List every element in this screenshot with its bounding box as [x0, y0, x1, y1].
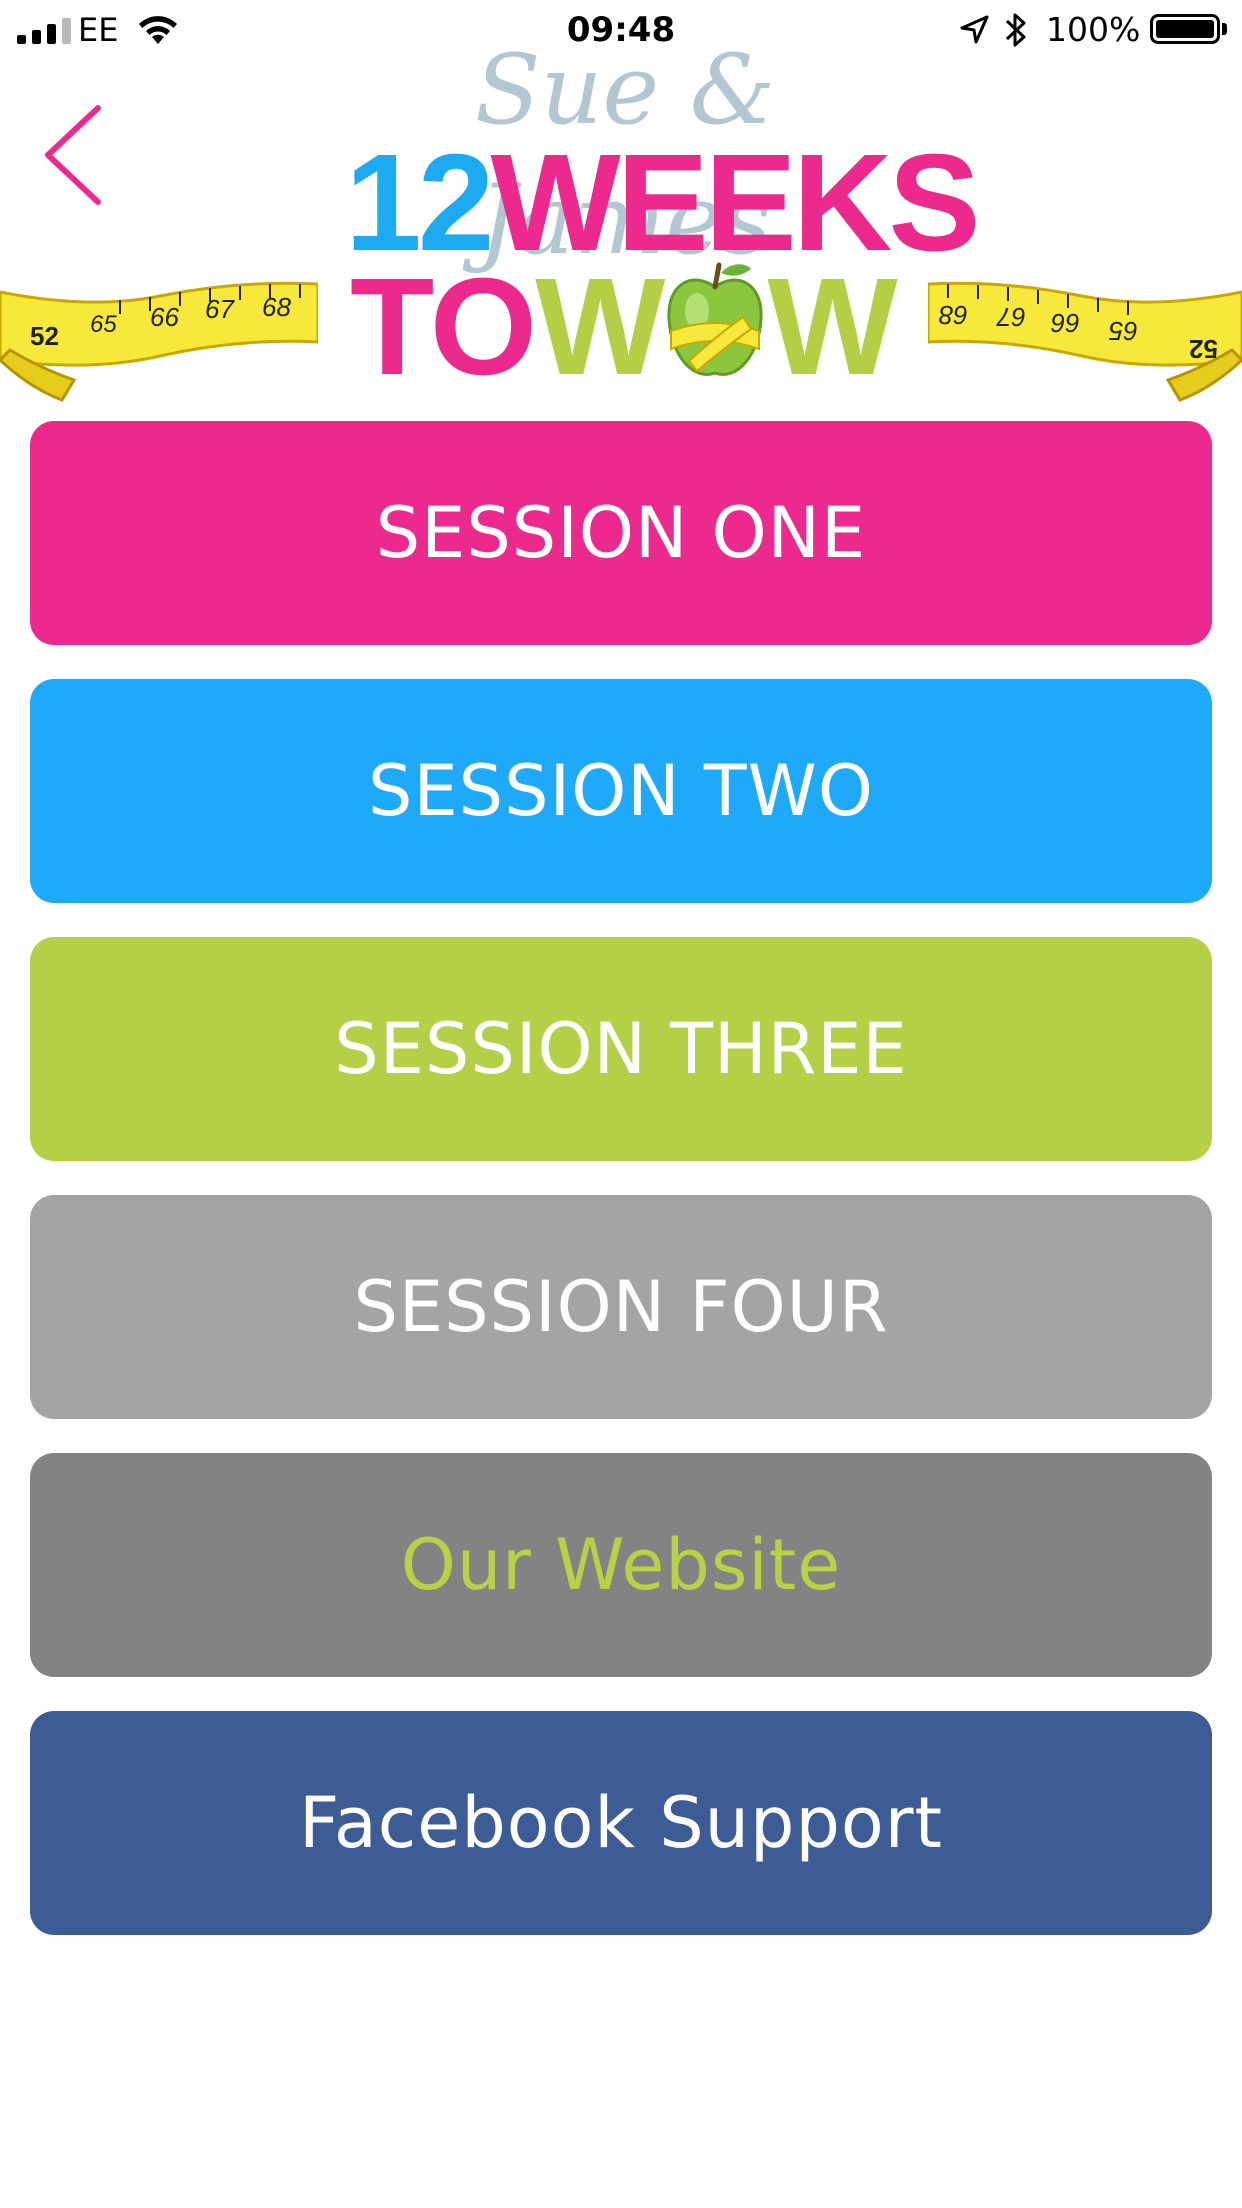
- button-label: Our Website: [400, 1524, 842, 1606]
- logo-to: TO: [350, 250, 537, 404]
- tape-number: 67: [205, 294, 235, 324]
- facebook-support-button[interactable]: Facebook Support: [30, 1711, 1212, 1935]
- session-four-button[interactable]: SESSION FOUR: [30, 1195, 1212, 1419]
- session-one-button[interactable]: SESSION ONE: [30, 421, 1212, 645]
- button-label: SESSION FOUR: [353, 1266, 889, 1348]
- tape-number: 52: [1189, 334, 1218, 364]
- our-website-button[interactable]: Our Website: [30, 1453, 1212, 1677]
- bluetooth-icon: [1005, 13, 1026, 47]
- tape-number: 68: [262, 292, 291, 322]
- logo-w-second: W: [767, 250, 897, 404]
- battery-icon: [1150, 14, 1220, 44]
- tape-number: 65: [1109, 316, 1138, 346]
- measuring-tape-right: 68 67 66 65 52: [928, 281, 1242, 402]
- tape-number: 68: [939, 300, 968, 330]
- measuring-tape-left: 52 65 66 67 68: [0, 281, 318, 402]
- button-label: SESSION THREE: [334, 1008, 908, 1090]
- tape-number: 66: [1051, 308, 1080, 338]
- app-logo: Sue & James 12WEEKS TOW W: [330, 25, 981, 397]
- button-label: Facebook Support: [299, 1782, 943, 1864]
- logo-title-line2: TOW W: [350, 257, 898, 397]
- location-arrow-icon: [960, 15, 989, 44]
- session-menu: SESSION ONE SESSION TWO SESSION THREE SE…: [30, 421, 1212, 1969]
- button-label: SESSION TWO: [368, 750, 874, 832]
- tape-number: 66: [150, 302, 179, 332]
- battery-percentage: 100%: [1046, 10, 1141, 49]
- tape-number: 52: [30, 321, 59, 351]
- back-chevron-icon[interactable]: [38, 100, 108, 210]
- logo-w-first: W: [535, 250, 665, 404]
- battery-tip: [1222, 23, 1227, 35]
- apple-tape-icon: [667, 262, 763, 376]
- button-label: SESSION ONE: [375, 492, 867, 574]
- tape-number: 67: [996, 302, 1026, 332]
- session-three-button[interactable]: SESSION THREE: [30, 937, 1212, 1161]
- session-two-button[interactable]: SESSION TWO: [30, 679, 1212, 903]
- tape-number: 65: [90, 311, 117, 338]
